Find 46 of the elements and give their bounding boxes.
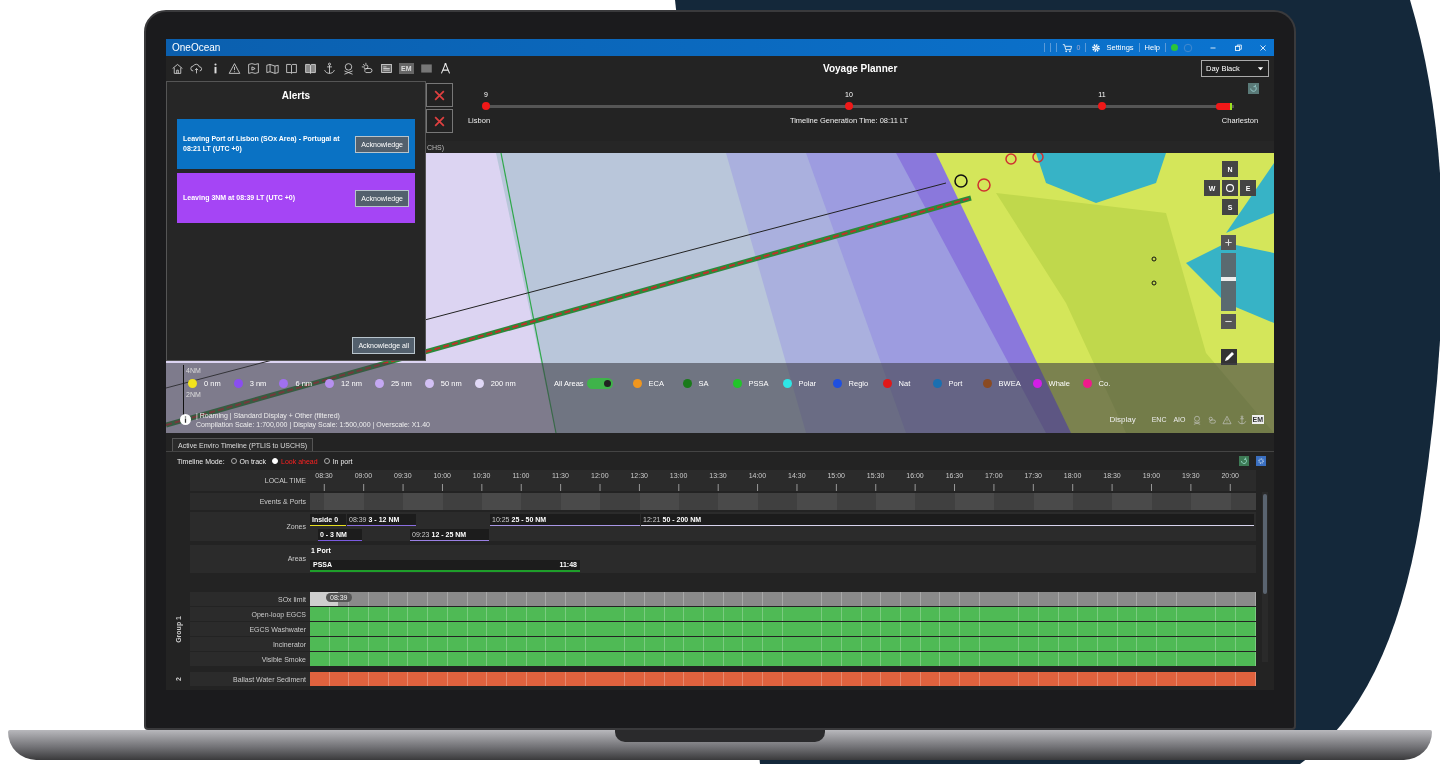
waypoint-marker[interactable] — [1098, 102, 1106, 110]
waypoint-circle[interactable] — [1005, 153, 1017, 165]
display-label: Display — [1109, 415, 1136, 425]
center-icon[interactable] — [1222, 180, 1238, 196]
cloud-upload-icon[interactable] — [190, 62, 203, 75]
zoom-in-icon[interactable] — [1221, 235, 1236, 250]
refresh-icon[interactable] — [1239, 456, 1249, 466]
skull-icon[interactable] — [342, 62, 355, 75]
waypoint-marker[interactable] — [845, 102, 853, 110]
all-areas-toggle[interactable] — [586, 378, 613, 389]
cart-icon[interactable] — [1061, 42, 1072, 53]
pencil-icon[interactable] — [1221, 349, 1237, 365]
route-icon[interactable] — [247, 62, 260, 75]
weather-icon[interactable] — [361, 62, 374, 75]
caret-icon — [1257, 65, 1264, 72]
book-icon[interactable] — [285, 62, 298, 75]
scrollbar[interactable] — [1262, 492, 1268, 662]
info-icon[interactable] — [180, 414, 191, 426]
waypoint-circle[interactable] — [977, 178, 991, 192]
app-name: OneOcean — [172, 42, 221, 53]
close-button[interactable] — [426, 83, 453, 107]
anchor-icon[interactable] — [323, 62, 336, 75]
close-button[interactable] — [426, 109, 453, 133]
box-icon[interactable] — [419, 62, 433, 75]
warning-icon[interactable] — [228, 62, 241, 75]
waypoint-marker[interactable] — [482, 102, 490, 110]
newspaper-icon[interactable] — [380, 62, 393, 75]
destination-marker[interactable] — [1216, 103, 1232, 110]
close-icon[interactable] — [1258, 42, 1268, 53]
water-area — [1226, 163, 1274, 233]
route-line[interactable] — [166, 195, 972, 428]
buoy-symbol — [1151, 280, 1157, 286]
restore-icon[interactable] — [1233, 42, 1243, 53]
zoom-slider-thumb[interactable] — [1221, 277, 1236, 282]
buoy-symbol — [1151, 256, 1157, 262]
vessel-symbol[interactable] — [954, 174, 968, 188]
scale-bar — [183, 365, 184, 415]
page-title: Voyage Planner — [823, 63, 898, 74]
zoom-out-icon[interactable] — [1221, 314, 1236, 329]
settings-icon[interactable] — [1091, 42, 1102, 53]
map-icon[interactable] — [266, 62, 279, 75]
alerts-title: Alerts — [281, 90, 311, 101]
book-icon[interactable] — [304, 62, 317, 75]
close-icon — [433, 114, 446, 128]
close-icon — [433, 88, 446, 102]
home-icon[interactable] — [171, 62, 184, 75]
